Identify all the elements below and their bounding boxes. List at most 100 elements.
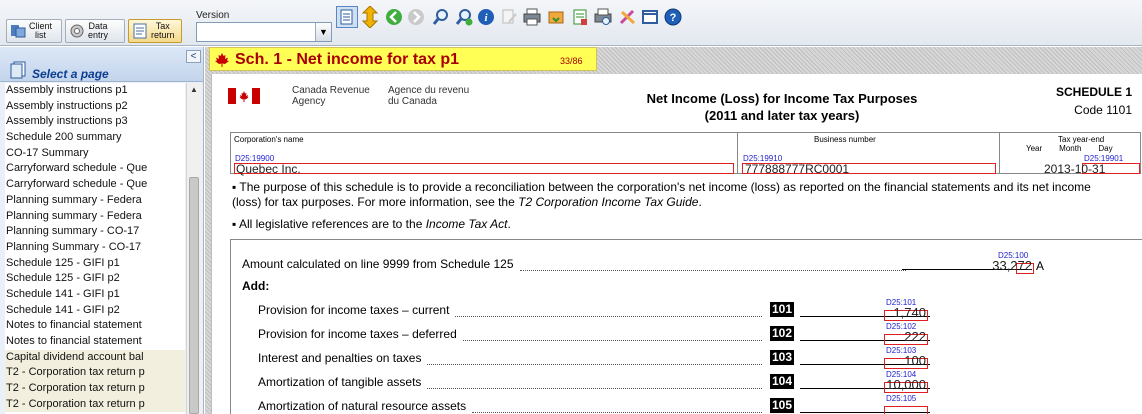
line-code: 102 (770, 326, 794, 341)
line-value: 1,740 (893, 305, 926, 320)
page-list-scrollbar[interactable]: ▲ (186, 83, 201, 414)
chevron-down-icon[interactable]: ▼ (315, 23, 331, 41)
page-navigator-header: Select a page < (0, 47, 203, 82)
client-list-button[interactable]: Client list (6, 19, 62, 43)
line-value: 100 (904, 353, 926, 368)
legislative-text: ▪ All legislative references are to the … (232, 217, 511, 231)
print-preview-icon (594, 8, 612, 25)
corporation-name-label: Corporation's name (234, 135, 304, 144)
line-code: 105 (770, 398, 794, 413)
collapse-panel-button[interactable]: < (186, 50, 201, 63)
line-amount-row: Amount calculated on line 9999 from Sche… (242, 257, 912, 271)
navigate-updown-button[interactable] (359, 6, 381, 28)
back-arrow-icon (386, 9, 402, 25)
report-button[interactable] (569, 6, 591, 28)
agency-name-fr: Agence du revenu du Canada (388, 85, 470, 107)
data-entry-button[interactable]: Data entry (65, 19, 125, 43)
tax-return-icon (133, 23, 147, 39)
page-navigator-title: Select a page (32, 67, 109, 81)
schedule-form: Canada Revenue Agency Agence du revenu du … (211, 74, 1142, 414)
help-button[interactable]: ? (662, 6, 684, 28)
page-list-item[interactable]: CO-17 Summary (5, 146, 185, 162)
search-button[interactable] (430, 6, 452, 28)
edit-note-button[interactable] (498, 6, 520, 28)
tax-year-end-value: 2013-10-31 (1044, 162, 1106, 176)
page-list-item[interactable]: Notes to financial statement (5, 334, 185, 350)
line-105-row: Amortization of natural resource assets (258, 399, 768, 413)
schedule-id: SCHEDULE 1 Code 1101 (1055, 85, 1132, 117)
business-number-label: Business number (814, 135, 876, 144)
page-list-item[interactable]: Assembly instructions p3 (5, 114, 185, 130)
navigate-updown-icon (362, 6, 378, 28)
agency-name-en: Canada Revenue Agency (292, 85, 370, 107)
page-list-item[interactable]: Assembly instructions p1 (5, 83, 185, 99)
line-code: 101 (770, 302, 794, 317)
line-label: Interest and penalties on taxes (258, 351, 422, 365)
version-select[interactable]: ▼ (196, 22, 332, 42)
export-button[interactable] (545, 6, 567, 28)
page-select-icon (10, 61, 26, 79)
maple-leaf-icon (215, 53, 229, 67)
window-icon (642, 10, 658, 24)
page-list-item[interactable]: Planning summary - Federa (5, 193, 185, 209)
page-list-item[interactable]: T2 - Corporation tax return p (5, 381, 185, 397)
print-icon (523, 8, 541, 26)
search-add-icon (455, 9, 473, 26)
page-list-item[interactable]: Schedule 125 - GIFI p2 (5, 271, 185, 287)
page-list-item[interactable]: Planning summary - Federa (5, 209, 185, 225)
page-list-item[interactable]: Capital dividend account bal (5, 349, 185, 366)
tax-year-end-label: Tax year-end (1058, 135, 1105, 144)
data-entry-icon (70, 24, 84, 38)
forward-arrow-icon (408, 9, 424, 25)
info-button[interactable]: i (475, 6, 497, 28)
corporation-name-value: Quebec Inc. (236, 162, 301, 176)
window-button[interactable] (639, 6, 661, 28)
page-counter: 33/86 (560, 56, 583, 66)
print-preview-button[interactable] (592, 6, 614, 28)
info-icon: i (478, 9, 494, 25)
tools-button[interactable] (617, 6, 639, 28)
page-list-item[interactable]: T2 - Corporation tax return p (5, 365, 185, 382)
scroll-up-icon[interactable]: ▲ (187, 83, 201, 97)
page-list-item[interactable]: Carryforward schedule - Que (5, 177, 185, 193)
form-view-icon (340, 9, 353, 25)
amount-label: Amount calculated on line 9999 from Sche… (242, 257, 514, 271)
form-view-button[interactable] (336, 6, 358, 28)
page-list-item[interactable]: Schedule 125 - GIFI p1 (5, 256, 185, 272)
scrollbar-thumb[interactable] (189, 177, 199, 414)
line-code: 104 (770, 374, 794, 389)
amount-letter: A (1036, 259, 1045, 273)
page-list-item[interactable]: Notes to financial statement (5, 318, 185, 334)
tax-return-button[interactable]: Tax return (128, 19, 182, 43)
client-list-icon (11, 25, 26, 38)
line-101-row: Provision for income taxes – current (258, 303, 768, 317)
svg-text:?: ? (670, 12, 677, 24)
tax-year-end-subhead: Year Month Day (1026, 144, 1113, 153)
business-number-value: 777888777RC0001 (745, 162, 850, 176)
page-list-item[interactable]: Assembly instructions p2 (5, 99, 185, 115)
tools-icon (619, 9, 636, 25)
page-list-item[interactable]: Planning Summary - CO-17 (5, 240, 185, 256)
page-list-item[interactable]: Carryforward schedule - Que (5, 161, 185, 177)
print-button[interactable] (521, 6, 543, 28)
line-label: Provision for income taxes – current (258, 303, 450, 317)
amount-value: 33,272 (992, 258, 1032, 273)
line-value: 222 (904, 329, 926, 344)
search-add-button[interactable] (453, 6, 475, 28)
form-heading: Net Income (Loss) for Income Tax Purpose… (646, 91, 918, 123)
main-toolbar: Client list Data entry Tax return Version ▼… (0, 0, 1142, 46)
canada-flag-icon (228, 88, 260, 104)
forward-button[interactable] (405, 6, 427, 28)
page-title: Sch. 1 - Net income for tax p1 (235, 51, 460, 68)
page-list-item[interactable]: Planning summary - CO-17 (5, 224, 185, 240)
corporation-name-field[interactable] (234, 163, 734, 174)
add-heading: Add: (242, 279, 270, 293)
page-list-item[interactable]: Schedule 200 summary (5, 130, 185, 146)
back-button[interactable] (383, 6, 405, 28)
page-list-item[interactable]: Schedule 141 - GIFI p2 (5, 303, 185, 319)
purpose-text: ▪ The purpose of this schedule is to pro… (232, 180, 1091, 209)
page-list-item[interactable]: T2 - Corporation tax return p (5, 396, 185, 413)
page-list-item[interactable]: Schedule 141 - GIFI p1 (5, 287, 185, 303)
line-104-row: Amortization of tangible assets (258, 375, 768, 389)
page-navigator: Select a page < Assembly instructions p1… (0, 47, 204, 414)
